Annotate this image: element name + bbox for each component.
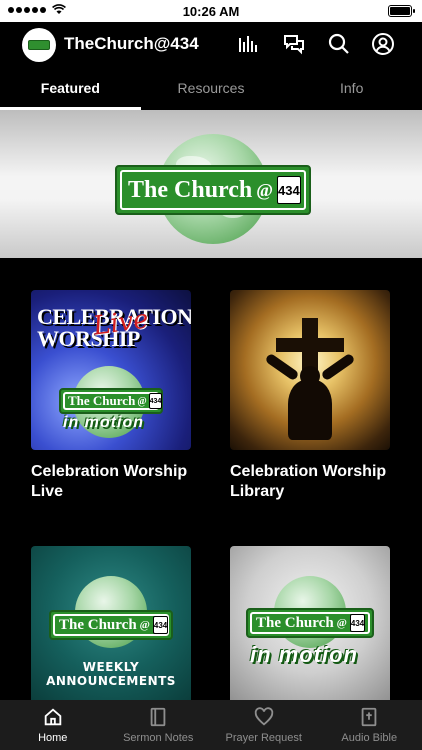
church-logo: The Church @ 434 — [246, 608, 374, 638]
logo-text: The Church — [256, 614, 334, 631]
logo-at: @ — [139, 619, 150, 631]
nav-home[interactable]: Home — [0, 700, 106, 750]
card-art-banner: WEEKLY ANNOUNCEMENTS — [46, 660, 176, 688]
nav-audio-bible[interactable]: Audio Bible — [317, 700, 422, 750]
logo-at: @ — [336, 617, 347, 629]
tab-info[interactable]: Info — [281, 66, 422, 110]
heart-icon — [254, 707, 273, 726]
bible-icon — [361, 707, 377, 727]
logo-text: The Church — [59, 616, 137, 633]
card-in-motion[interactable]: The Church @ 434 in motion — [230, 546, 390, 706]
church-logo: The Church @ 434 — [115, 165, 311, 215]
card-thumbnail: CELEBRATION WORSHIP Live The Church @ 43… — [31, 290, 191, 450]
nav-label: Home — [38, 732, 68, 744]
tab-bar: Featured Resources Info — [0, 66, 422, 110]
card-art-motion: in motion — [250, 642, 358, 667]
card-thumbnail: The Church @ 434 WEEKLY ANNOUNCEMENTS — [31, 546, 191, 706]
logo-number: 434 — [148, 393, 163, 409]
logo-at: @ — [256, 179, 274, 200]
status-bar: 10:26 AM — [0, 0, 422, 22]
notebook-icon — [150, 707, 166, 727]
logo-number: 434 — [349, 614, 366, 632]
tab-resources[interactable]: Resources — [141, 66, 282, 110]
logo-number: 434 — [152, 616, 169, 634]
app-logo[interactable] — [22, 28, 56, 62]
battery-icon — [388, 5, 415, 17]
card-celebration-worship-live[interactable]: CELEBRATION WORSHIP Live The Church @ 43… — [31, 290, 191, 502]
church-logo: The Church @ 434 — [49, 610, 173, 640]
card-art-motion: in motion — [63, 414, 144, 431]
logo-text: The Church — [128, 176, 253, 203]
nav-label: Audio Bible — [341, 732, 398, 744]
card-thumbnail — [230, 290, 390, 450]
card-celebration-worship-library[interactable]: Celebration Worship Library — [230, 290, 390, 502]
logo-number: 434 — [277, 176, 301, 204]
church-logo: The Church @ 434 — [59, 388, 163, 414]
church-mini-logo-icon — [28, 40, 50, 50]
worshipper-silhouette — [288, 380, 332, 440]
nav-label: Sermon Notes — [123, 732, 194, 744]
nav-sermon-notes[interactable]: Sermon Notes — [106, 700, 212, 750]
search-icon[interactable] — [327, 32, 351, 56]
equalizer-icon[interactable] — [236, 32, 260, 56]
card-weekly-announcements[interactable]: The Church @ 434 WEEKLY ANNOUNCEMENTS — [31, 546, 191, 706]
logo-text: The Church — [68, 393, 136, 408]
app-header: TheChurch@434 — [0, 22, 422, 66]
app-title: TheChurch@434 — [64, 34, 199, 53]
chat-bubbles-icon[interactable] — [282, 32, 306, 56]
account-icon[interactable] — [371, 32, 395, 56]
status-time: 10:26 AM — [182, 4, 240, 19]
card-title: Celebration Worship Library — [230, 463, 387, 500]
card-title: Celebration Worship Live — [31, 463, 188, 500]
tab-featured[interactable]: Featured — [0, 66, 141, 110]
home-icon — [44, 708, 61, 726]
card-thumbnail: The Church @ 434 in motion — [230, 546, 390, 706]
nav-label: Prayer Request — [225, 732, 302, 744]
nav-prayer-request[interactable]: Prayer Request — [211, 700, 317, 750]
hero-banner[interactable]: The Church @ 434 — [0, 110, 422, 258]
battery-level — [390, 7, 410, 15]
logo-at: @ — [137, 395, 147, 407]
bottom-nav: Home Sermon Notes Prayer Request Audio B… — [0, 700, 422, 750]
